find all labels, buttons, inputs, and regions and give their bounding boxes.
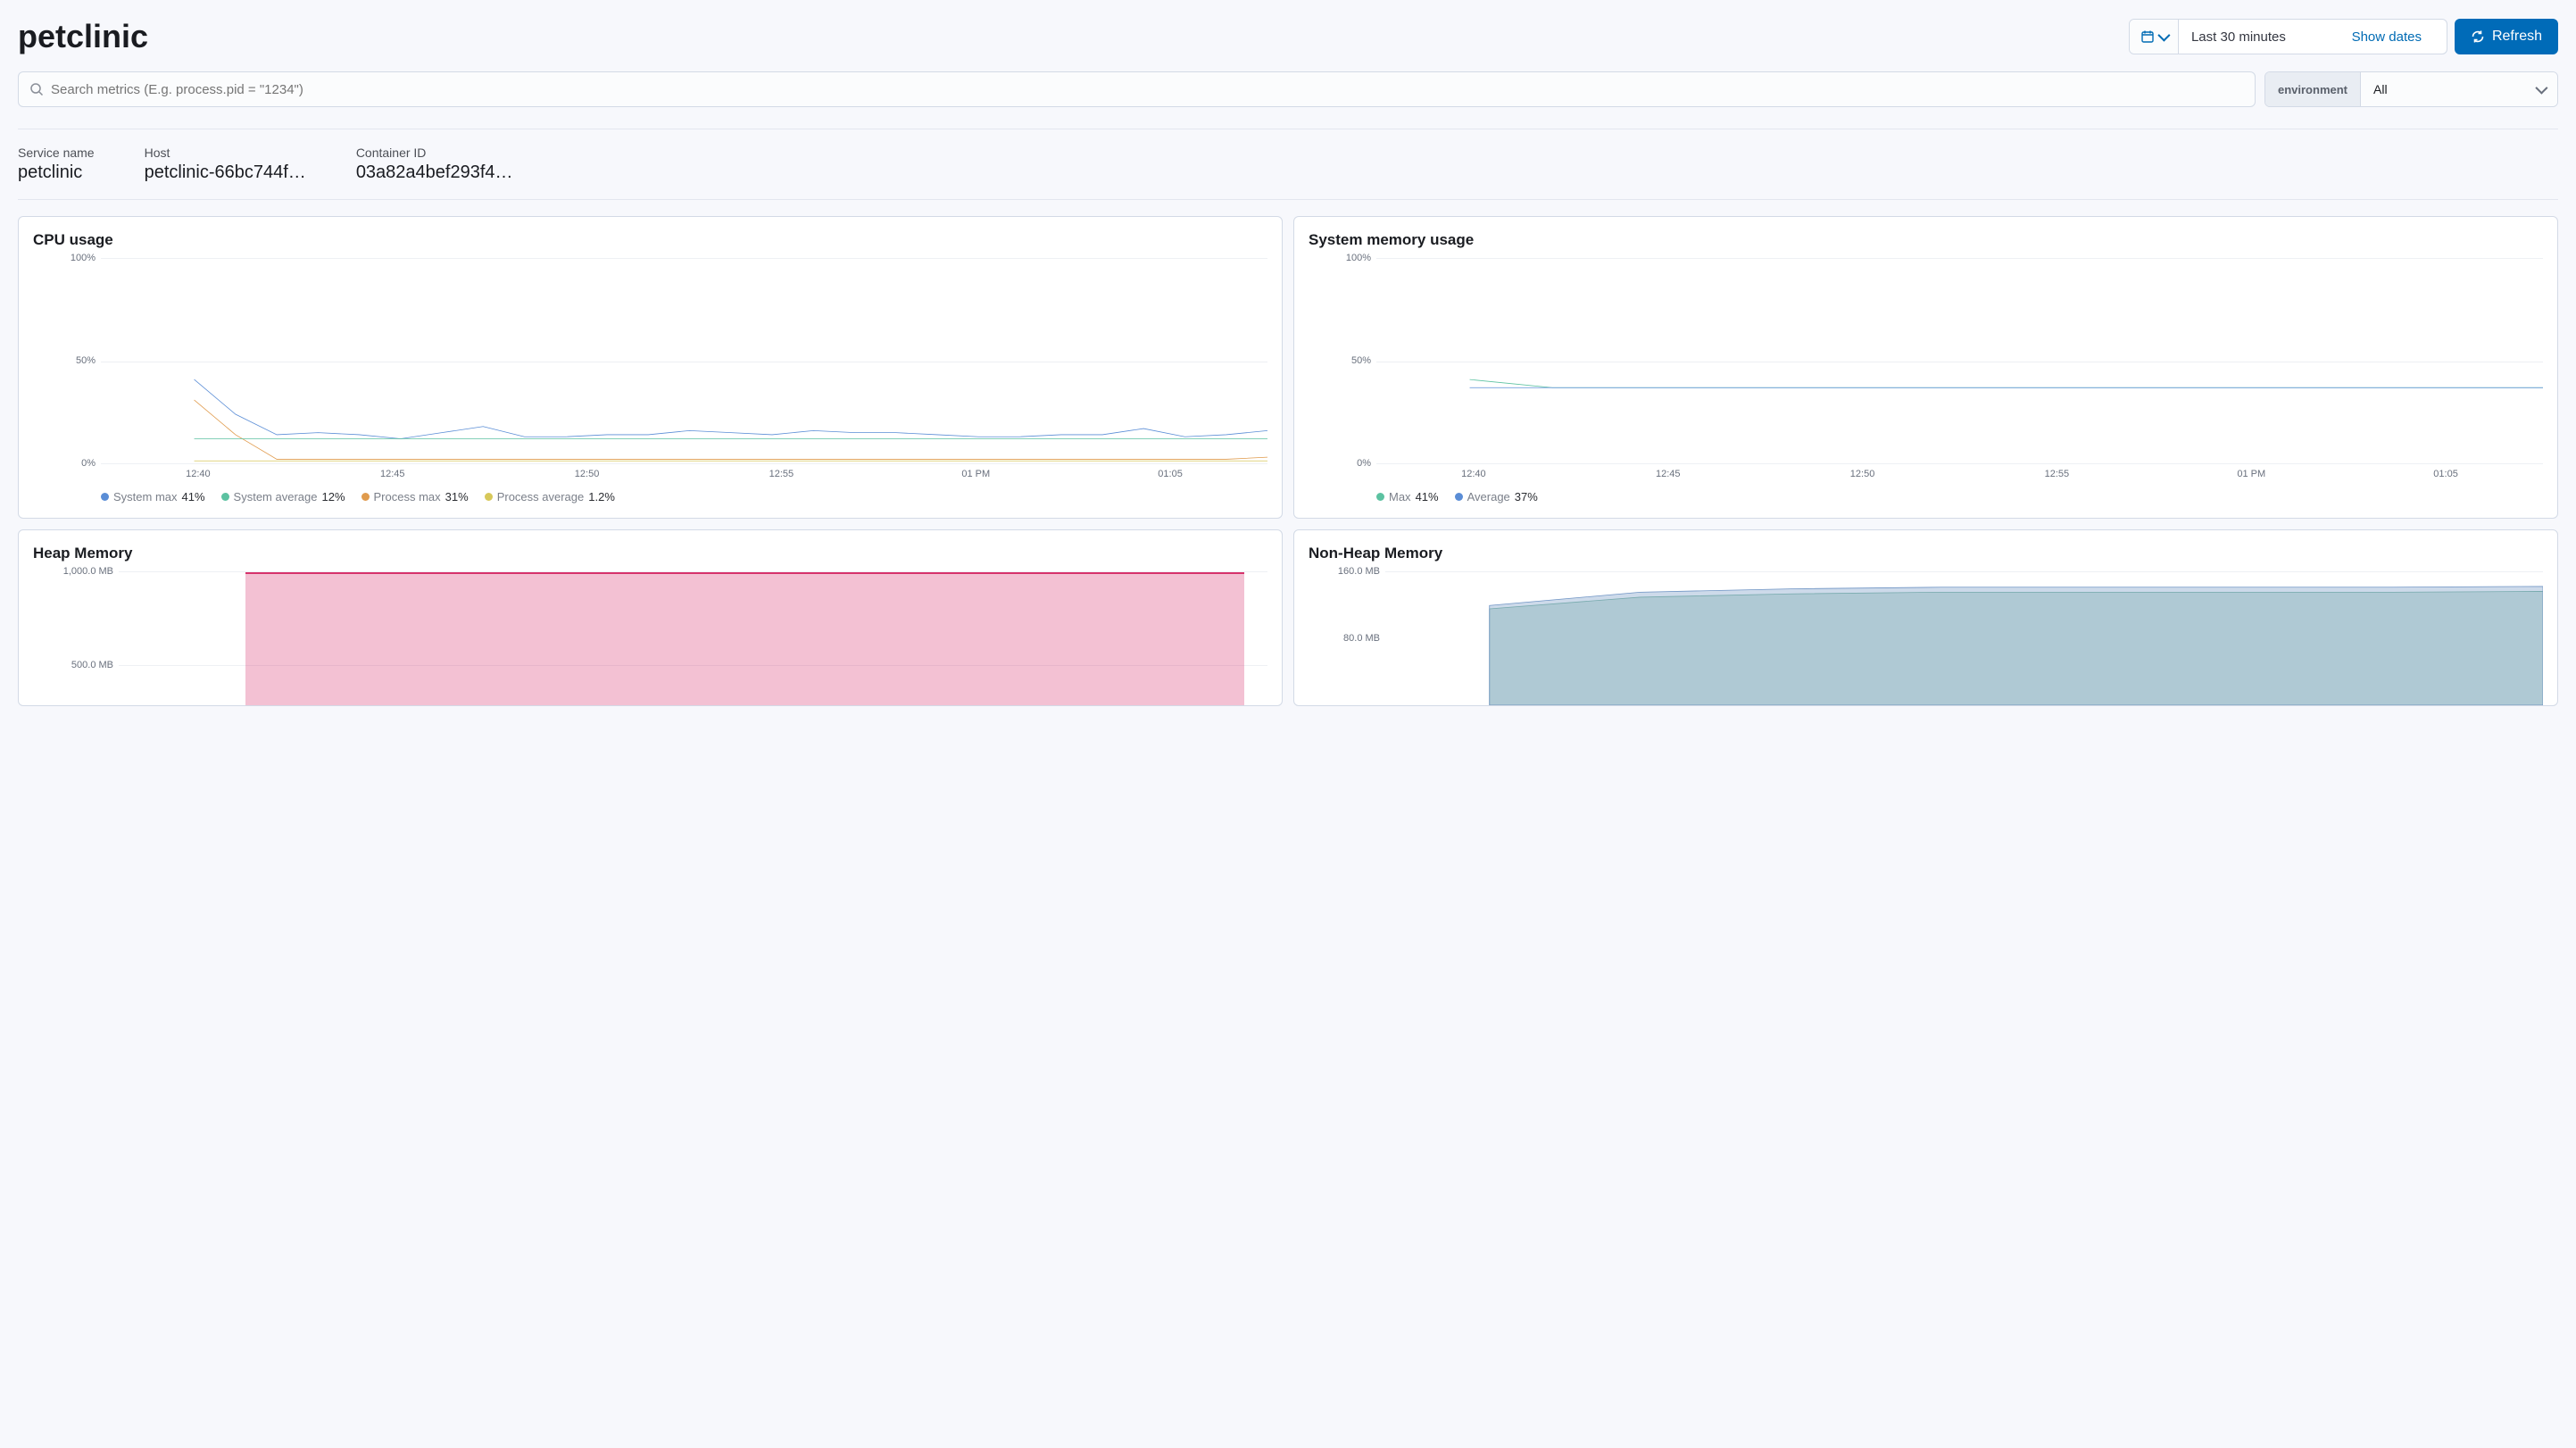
x-tick: 12:45: [1571, 469, 1766, 479]
system-memory-panel: System memory usage 100% 50% 0% 12:4012:…: [1293, 216, 2558, 519]
heap-memory-title: Heap Memory: [33, 545, 1267, 562]
cpu-usage-panel: CPU usage 100% 50% 0% 12:4012:4512:5012:…: [18, 216, 1283, 519]
x-tick: 12:40: [1376, 469, 1571, 479]
heap-memory-chart[interactable]: 1,000.0 MB 500.0 MB: [33, 571, 1267, 705]
x-tick: 12:50: [1766, 469, 1960, 479]
legend-dot-icon: [221, 493, 229, 501]
x-tick: 12:55: [684, 469, 878, 479]
time-range-text: Last 30 minutes: [2191, 29, 2286, 45]
legend-item[interactable]: Process max 31%: [361, 490, 469, 503]
refresh-label: Refresh: [2492, 29, 2542, 45]
y-tick: 50%: [1351, 355, 1371, 366]
chevron-down-icon: [2157, 29, 2170, 42]
legend-value: 12%: [321, 490, 345, 503]
host-value: petclinic-66bc744f…: [145, 162, 306, 183]
x-tick: 12:55: [1959, 469, 2154, 479]
nonheap-memory-chart[interactable]: 160.0 MB 80.0 MB: [1309, 571, 2543, 705]
y-tick: 0%: [1357, 458, 1371, 469]
legend-name: System max: [113, 490, 178, 503]
calendar-icon: [2140, 29, 2155, 44]
legend-value: 37%: [1515, 490, 1538, 503]
y-tick: 0%: [81, 458, 96, 469]
service-name-value: petclinic: [18, 162, 95, 183]
search-icon: [29, 82, 44, 96]
calendar-button[interactable]: [2130, 20, 2179, 54]
legend-name: System average: [234, 490, 318, 503]
legend-item[interactable]: Average 37%: [1455, 490, 1538, 503]
search-input[interactable]: [51, 82, 2244, 97]
cpu-usage-chart[interactable]: 100% 50% 0%: [33, 258, 1267, 463]
refresh-icon: [2471, 29, 2485, 44]
environment-value: All: [2373, 82, 2388, 96]
service-info-row: Service name petclinic Host petclinic-66…: [18, 146, 2558, 199]
heap-area: [245, 572, 1245, 705]
legend-value: 41%: [1416, 490, 1439, 503]
legend-name: Process max: [374, 490, 441, 503]
y-tick: 80.0 MB: [1343, 633, 1380, 644]
legend-value: 1.2%: [588, 490, 615, 503]
environment-select[interactable]: All: [2361, 72, 2557, 106]
y-tick: 160.0 MB: [1338, 566, 1380, 577]
system-memory-title: System memory usage: [1309, 231, 2543, 249]
x-tick: 01:05: [2348, 469, 2543, 479]
mem-legend: Max 41% Average 37%: [1376, 490, 2543, 503]
page-title: petclinic: [18, 18, 148, 55]
x-tick: 12:50: [490, 469, 685, 479]
legend-dot-icon: [1455, 493, 1463, 501]
divider: [18, 199, 2558, 200]
nonheap-memory-title: Non-Heap Memory: [1309, 545, 2543, 562]
x-tick: 01:05: [1073, 469, 1267, 479]
service-name-label: Service name: [18, 146, 95, 160]
legend-dot-icon: [485, 493, 493, 501]
legend-dot-icon: [1376, 493, 1384, 501]
x-tick: 12:45: [295, 469, 490, 479]
environment-label: environment: [2265, 72, 2361, 106]
nonheap-memory-panel: Non-Heap Memory 160.0 MB 80.0 MB: [1293, 529, 2558, 706]
y-tick: 50%: [76, 355, 96, 366]
heap-memory-panel: Heap Memory 1,000.0 MB 500.0 MB: [18, 529, 1283, 706]
time-range-label[interactable]: Last 30 minutes Show dates: [2179, 20, 2447, 54]
legend-name: Process average: [497, 490, 585, 503]
show-dates-link[interactable]: Show dates: [2339, 29, 2434, 45]
system-memory-chart[interactable]: 100% 50% 0%: [1309, 258, 2543, 463]
y-tick: 500.0 MB: [71, 660, 113, 670]
host-label: Host: [145, 146, 306, 160]
cpu-legend: System max 41% System average12% Process ma…: [101, 490, 1267, 503]
chevron-down-icon: [2535, 82, 2547, 95]
x-tick: 01 PM: [2154, 469, 2348, 479]
legend-item[interactable]: System max 41%: [101, 490, 205, 503]
legend-item[interactable]: Process average1.2%: [485, 490, 615, 503]
legend-value: 31%: [445, 490, 469, 503]
legend-dot-icon: [101, 493, 109, 501]
y-tick: 1,000.0 MB: [63, 566, 113, 577]
time-range-picker[interactable]: Last 30 minutes Show dates: [2129, 19, 2447, 54]
legend-name: Average: [1467, 490, 1510, 503]
x-tick: 01 PM: [878, 469, 1073, 479]
legend-name: Max: [1389, 490, 1411, 503]
container-id-label: Container ID: [356, 146, 513, 160]
cpu-usage-title: CPU usage: [33, 231, 1267, 249]
y-tick: 100%: [1346, 253, 1371, 263]
search-box[interactable]: [18, 71, 2256, 107]
refresh-button[interactable]: Refresh: [2455, 19, 2558, 54]
y-tick: 100%: [71, 253, 96, 263]
legend-dot-icon: [361, 493, 370, 501]
container-id-value: 03a82a4bef293f4…: [356, 162, 513, 183]
legend-value: 41%: [182, 490, 205, 503]
legend-item[interactable]: System average12%: [221, 490, 345, 503]
legend-item[interactable]: Max 41%: [1376, 490, 1439, 503]
environment-filter[interactable]: environment All: [2264, 71, 2558, 107]
x-tick: 12:40: [101, 469, 295, 479]
